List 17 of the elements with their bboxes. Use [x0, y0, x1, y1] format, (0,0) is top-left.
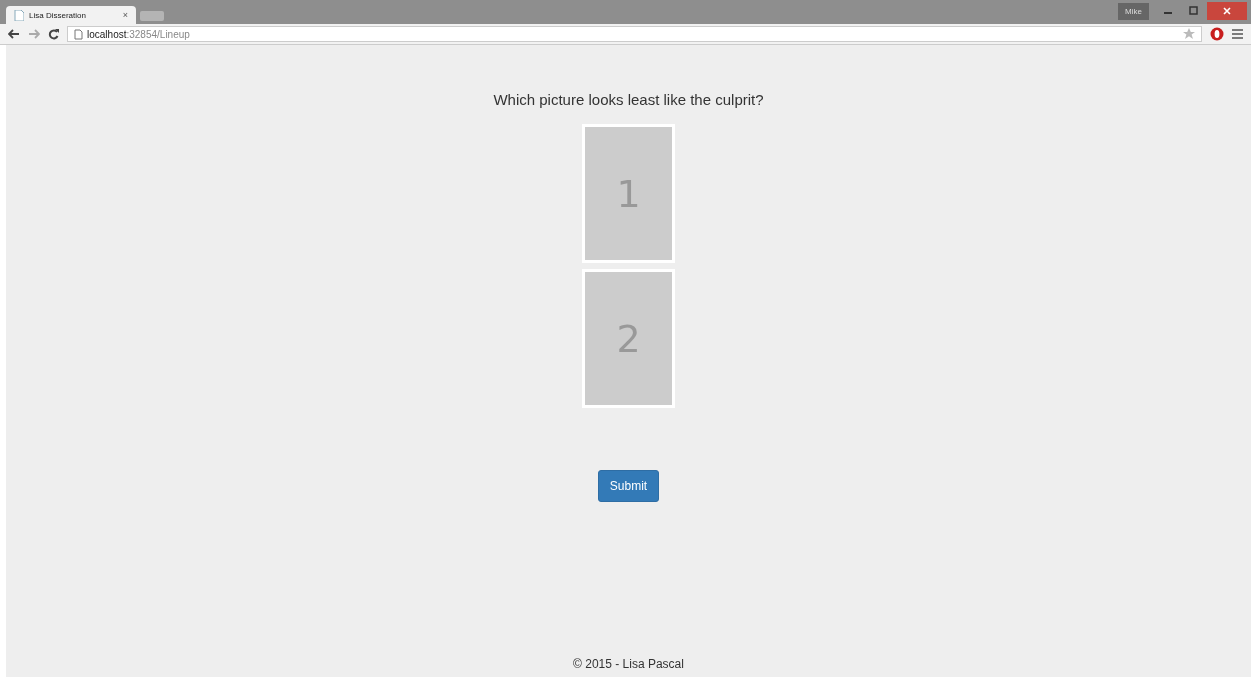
star-icon[interactable] — [1183, 28, 1195, 40]
page-icon — [14, 9, 24, 21]
submit-button[interactable]: Submit — [597, 470, 660, 502]
close-icon[interactable] — [1207, 2, 1247, 20]
footer-text: © 2015 - Lisa Pascal — [573, 657, 684, 671]
browser-tab[interactable]: Lisa Disseration × — [6, 6, 136, 24]
opera-icon[interactable] — [1210, 27, 1224, 41]
tab-title: Lisa Disseration — [29, 10, 87, 20]
reload-icon[interactable] — [48, 28, 59, 40]
back-icon[interactable] — [8, 29, 20, 39]
address-bar[interactable]: localhost:32854/Lineup — [67, 26, 1202, 42]
close-tab-button[interactable]: × — [122, 10, 128, 20]
page-icon — [74, 28, 83, 40]
forward-icon[interactable] — [28, 29, 40, 39]
menu-icon[interactable] — [1232, 29, 1243, 39]
question-text: Which picture looks least like the culprit? — [493, 91, 764, 108]
user-badge[interactable]: Mike — [1118, 3, 1149, 20]
